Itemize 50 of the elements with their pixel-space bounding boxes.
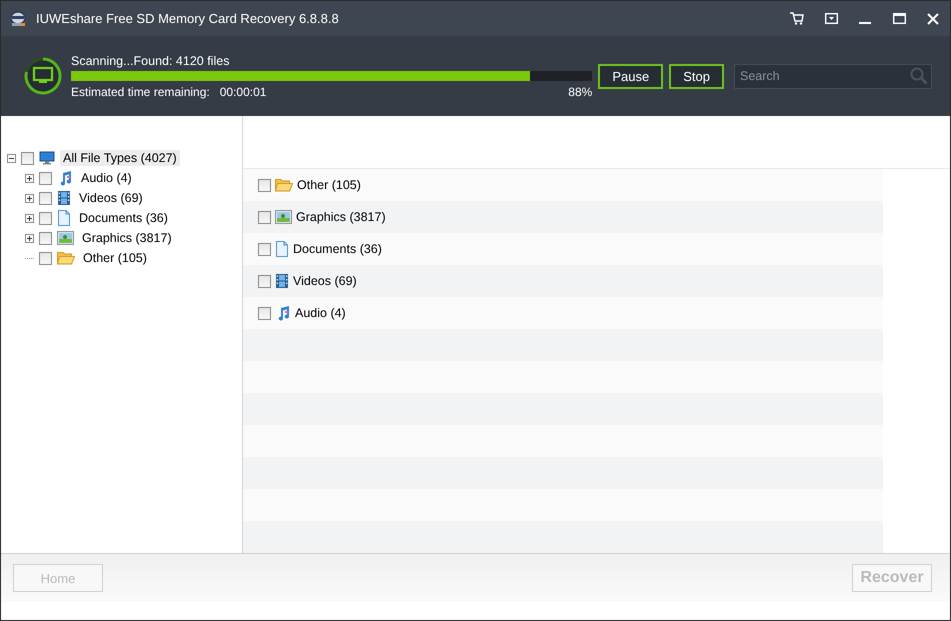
cart-icon[interactable]: [790, 12, 804, 25]
checkbox[interactable]: [39, 252, 52, 264]
checkbox[interactable]: [21, 152, 34, 164]
expand-toggle[interactable]: [7, 154, 16, 162]
window-title: IUWEshare Free SD Memory Card Recovery 6.8.8.8: [36, 11, 340, 26]
film-icon: [275, 273, 289, 289]
folder-icon: [275, 178, 293, 192]
file-type-label[interactable]: Other (105): [297, 178, 361, 192]
folder-icon: [57, 251, 75, 265]
checkbox[interactable]: [258, 178, 271, 192]
checkbox[interactable]: [39, 232, 52, 244]
tree-item[interactable]: Documents (36): [76, 210, 171, 226]
dropdown-icon[interactable]: [824, 13, 838, 24]
tree-item[interactable]: Audio (4): [78, 170, 135, 186]
file-type-label[interactable]: Documents (36): [293, 242, 382, 256]
expand-toggle[interactable]: [25, 194, 34, 202]
search-field[interactable]: Search: [734, 64, 932, 88]
close-icon[interactable]: [927, 12, 939, 24]
image-icon: [275, 210, 292, 224]
stop-button[interactable]: Stop: [669, 64, 724, 88]
file-type-label[interactable]: Graphics (3817): [296, 210, 386, 224]
checkbox[interactable]: [258, 210, 271, 224]
image-icon: [57, 231, 74, 245]
document-icon: [275, 241, 289, 257]
film-icon: [57, 190, 71, 206]
checkbox[interactable]: [39, 192, 52, 204]
app-logo-icon: [9, 10, 27, 28]
tree-item[interactable]: Other (105): [80, 250, 150, 266]
checkbox[interactable]: [39, 212, 52, 224]
scan-status-icon: [23, 56, 63, 96]
tree-item[interactable]: Videos (69): [76, 190, 146, 206]
pause-button[interactable]: Pause: [598, 64, 664, 88]
tree-item[interactable]: Graphics (3817): [79, 230, 175, 246]
scan-status: Scanning...Found: 4120 files: [71, 54, 230, 68]
time-remaining-value: 00:00:01: [220, 84, 266, 98]
maximize-icon[interactable]: [892, 13, 906, 24]
time-remaining-label: Estimated time remaining:: [71, 84, 210, 98]
checkbox[interactable]: [258, 242, 271, 256]
expand-toggle[interactable]: [25, 214, 34, 222]
expand-toggle[interactable]: [25, 174, 34, 182]
document-icon: [57, 210, 71, 226]
tree-item[interactable]: All File Types (4027): [60, 150, 180, 166]
progress-percent: 88%: [568, 84, 592, 98]
checkbox[interactable]: [258, 306, 271, 320]
file-type-label[interactable]: Videos (69): [293, 274, 357, 288]
checkbox[interactable]: [39, 172, 52, 184]
computer-icon: [39, 151, 55, 165]
file-type-label[interactable]: Audio (4): [295, 306, 346, 320]
checkbox[interactable]: [258, 274, 271, 288]
expand-toggle[interactable]: [25, 234, 34, 242]
